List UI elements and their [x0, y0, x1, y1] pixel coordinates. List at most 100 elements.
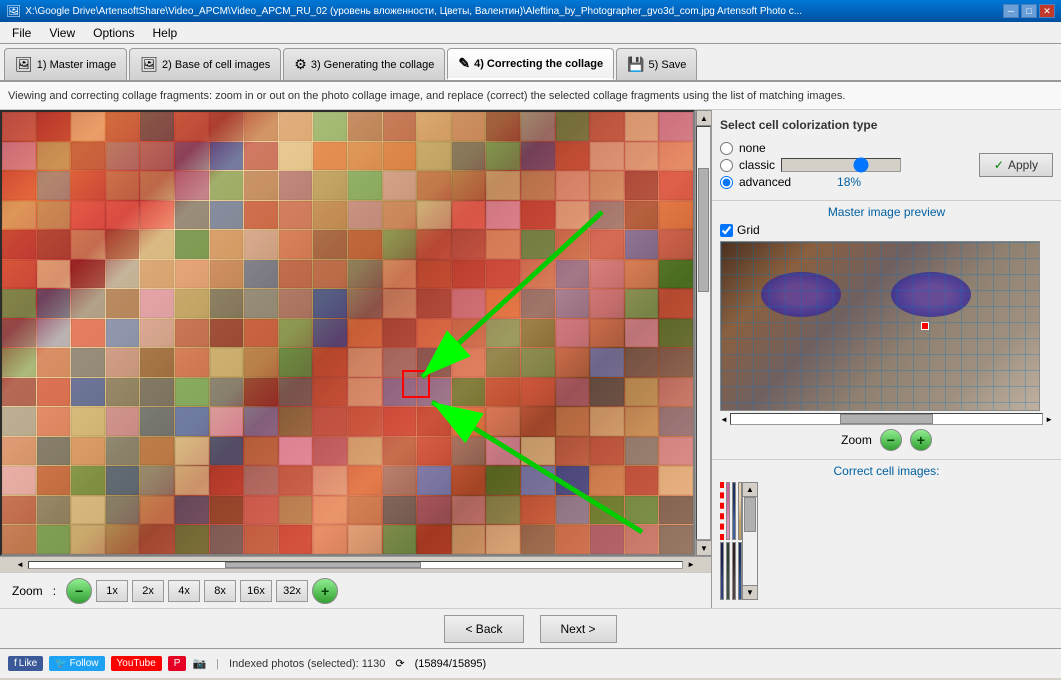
scroll-track[interactable]: [696, 126, 711, 540]
zoom-16x-button[interactable]: 16x: [240, 580, 272, 602]
radio-classic[interactable]: [720, 159, 733, 172]
scroll-up-arrow[interactable]: ▲: [696, 110, 711, 126]
infobar-text: Viewing and correcting collage fragments…: [8, 90, 845, 102]
cell-scroll-up[interactable]: ▲: [743, 483, 757, 497]
tab-correcting-label: 4) Correcting the collage: [474, 58, 603, 70]
social-buttons: f Like 🐦 Follow YouTube P 📷: [8, 656, 206, 671]
right-panel: Select cell colorization type none class…: [711, 110, 1061, 608]
menu-file[interactable]: File: [4, 24, 39, 42]
preview-zoom-label: Zoom: [841, 433, 872, 447]
classic-slider[interactable]: [781, 158, 901, 172]
apply-checkmark-icon: ✓: [994, 158, 1004, 172]
facebook-button[interactable]: f Like: [8, 656, 43, 671]
apply-button[interactable]: ✓ Apply: [979, 153, 1053, 177]
menu-view[interactable]: View: [41, 24, 83, 42]
cell-thumb-2[interactable]: [726, 482, 730, 540]
collage-vscroll[interactable]: ▲ ▼: [695, 110, 711, 556]
cell-thumb-4[interactable]: [738, 482, 742, 540]
titlebar-left: 🖼 X:\Google Drive\ArtensoftShare\Video_A…: [6, 4, 802, 18]
minimize-button[interactable]: ─: [1003, 4, 1019, 18]
cell-images-vscroll[interactable]: ▲ ▼: [742, 482, 758, 600]
zoom-4x-button[interactable]: 4x: [168, 580, 200, 602]
maximize-button[interactable]: □: [1021, 4, 1037, 18]
nav-bottom: < Back Next >: [0, 608, 1061, 648]
cell-thumb-8[interactable]: [738, 542, 742, 600]
scroll-down-arrow[interactable]: ▼: [696, 540, 711, 556]
tab-base-cell-label: 2) Base of cell images: [162, 59, 270, 71]
infobar: Viewing and correcting collage fragments…: [0, 82, 1061, 110]
radio-advanced[interactable]: [720, 176, 733, 189]
preview-hscroll-thumb[interactable]: [840, 414, 933, 424]
preview-zoom-minus[interactable]: −: [880, 429, 902, 451]
menu-options[interactable]: Options: [85, 24, 142, 42]
radio-none-label: none: [739, 141, 766, 155]
tw-icon: 🐦: [55, 658, 67, 669]
selection-box: [402, 370, 430, 398]
cell-scroll-thumb[interactable]: [744, 497, 756, 532]
grid-checkbox[interactable]: [720, 224, 733, 237]
zoom-label: Zoom: [12, 584, 43, 598]
master-preview-section: Master image preview Grid ◄ ►: [712, 201, 1061, 460]
colorization-title: Select cell colorization type: [720, 118, 1053, 132]
radio-classic-label: classic: [739, 158, 775, 172]
back-button[interactable]: < Back: [444, 615, 523, 643]
radio-none[interactable]: [720, 142, 733, 155]
spinning-icon: ⟳: [395, 657, 404, 670]
hscroll-right-arrow[interactable]: ►: [687, 560, 695, 569]
youtube-button[interactable]: YouTube: [111, 656, 162, 671]
close-button[interactable]: ✕: [1039, 4, 1055, 18]
titlebar-controls: ─ □ ✕: [1003, 4, 1055, 18]
correcting-icon: ✎: [458, 55, 470, 72]
master-preview-image[interactable]: [720, 241, 1040, 411]
zoom-32x-button[interactable]: 32x: [276, 580, 308, 602]
fb-icon: f: [14, 658, 17, 669]
tab-correcting-collage[interactable]: ✎ 4) Correcting the collage: [447, 48, 614, 80]
preview-hscroll-left[interactable]: ◄: [720, 415, 728, 424]
master-preview-title: Master image preview: [720, 205, 1053, 219]
twitter-button[interactable]: 🐦 Follow: [49, 656, 104, 671]
generating-icon: ⚙: [294, 56, 307, 73]
hscroll-thumb[interactable]: [225, 562, 421, 568]
hscroll-left-arrow[interactable]: ◄: [16, 560, 24, 569]
zoom-1x-button[interactable]: 1x: [96, 580, 128, 602]
collage-image[interactable]: [2, 112, 693, 554]
tab-master-image[interactable]: 🖼 1) Master image: [4, 48, 127, 80]
menu-help[interactable]: Help: [145, 24, 186, 42]
grid-checkbox-row: Grid: [720, 223, 1053, 237]
statusbar: f Like 🐦 Follow YouTube P 📷 | Indexed ph…: [0, 648, 1061, 678]
collage-canvas[interactable]: [2, 112, 693, 554]
cell-thumb-3[interactable]: [732, 482, 736, 540]
cell-scroll-down[interactable]: ▼: [743, 585, 757, 599]
zoom-2x-button[interactable]: 2x: [132, 580, 164, 602]
base-cell-icon: 🖼: [140, 56, 158, 73]
cell-thumb-5[interactable]: [720, 542, 724, 600]
collage-hscroll[interactable]: ◄ ►: [0, 556, 711, 572]
titlebar: 🖼 X:\Google Drive\ArtensoftShare\Video_A…: [0, 0, 1061, 22]
preview-zoom-plus[interactable]: +: [910, 429, 932, 451]
scroll-thumb[interactable]: [698, 168, 709, 292]
cell-thumb-1[interactable]: [720, 482, 724, 540]
cell-thumb-7[interactable]: [732, 542, 736, 600]
cell-scroll-track[interactable]: [743, 497, 757, 585]
tab-base-cell-images[interactable]: 🖼 2) Base of cell images: [129, 48, 281, 80]
preview-hscroll[interactable]: [730, 413, 1043, 425]
fb-like-label: Like: [19, 658, 37, 669]
preview-hscroll-right[interactable]: ►: [1045, 415, 1053, 424]
pinterest-button[interactable]: P: [168, 656, 187, 671]
tw-follow-label: Follow: [70, 658, 99, 669]
pi-icon: P: [174, 658, 181, 669]
grid-label: Grid: [737, 223, 760, 237]
cell-thumb-6[interactable]: [726, 542, 730, 600]
hscroll-track[interactable]: [28, 561, 683, 569]
radio-none-row: none: [720, 141, 901, 155]
zoom-minus-button[interactable]: −: [66, 578, 92, 604]
collage-area[interactable]: [0, 110, 695, 556]
apply-label: Apply: [1008, 158, 1038, 172]
next-button[interactable]: Next >: [540, 615, 617, 643]
tab-save[interactable]: 💾 5) Save: [616, 48, 697, 80]
titlebar-text: X:\Google Drive\ArtensoftShare\Video_APC…: [25, 6, 802, 17]
zoom-plus-button[interactable]: +: [312, 578, 338, 604]
tab-generating-collage[interactable]: ⚙ 3) Generating the collage: [283, 48, 445, 80]
zoom-colon: :: [53, 584, 56, 598]
zoom-8x-button[interactable]: 8x: [204, 580, 236, 602]
